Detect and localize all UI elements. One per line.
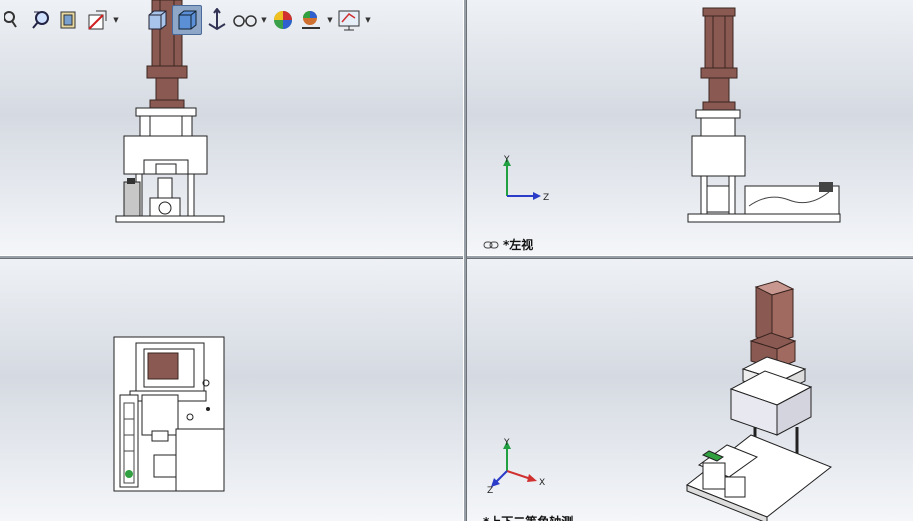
separator — [122, 6, 142, 34]
view-settings-dropdown-icon[interactable]: ▼ — [364, 6, 372, 34]
appearance-dropdown-icon[interactable]: ▼ — [260, 6, 268, 34]
coordinate-triad-iso: Y X Z — [487, 438, 545, 495]
scenes-icon[interactable] — [298, 6, 324, 34]
heads-up-view-toolbar: ▼ ▼ ▼ ▼ — [0, 4, 372, 36]
section-view-dropdown-icon[interactable]: ▼ — [112, 6, 120, 34]
display-style-icon[interactable] — [172, 5, 202, 35]
isometric-view-label-text: *上下二等角轴测 — [483, 513, 573, 521]
horizontal-viewport-splitter[interactable] — [0, 255, 913, 259]
hide-show-icon[interactable] — [204, 6, 230, 34]
zoom-icon[interactable] — [0, 6, 26, 34]
apply-scene-icon[interactable] — [270, 6, 296, 34]
isometric-view-viewport[interactable]: Y X Z *上下二等角轴测 — [467, 259, 913, 521]
coordinate-triad: Y Z — [503, 155, 549, 203]
link-icon — [483, 241, 499, 248]
zoom-area-icon[interactable] — [28, 6, 54, 34]
triad-iso-z-label: Z — [487, 486, 493, 495]
triad-z-label: Z — [543, 193, 549, 203]
view-orientation-icon[interactable] — [144, 6, 170, 34]
front-view-viewport[interactable]: ▼ ▼ ▼ ▼ — [0, 0, 463, 255]
left-view-model[interactable] — [467, 0, 913, 255]
top-view-viewport[interactable] — [0, 259, 463, 521]
left-view-label-text: *左视 — [503, 238, 534, 252]
edit-appearance-icon[interactable] — [232, 6, 258, 34]
section-view-icon[interactable] — [84, 6, 110, 34]
scenes-dropdown-icon[interactable]: ▼ — [326, 6, 334, 34]
left-view-label: *左视 — [483, 236, 533, 253]
vertical-viewport-splitter[interactable] — [463, 0, 467, 521]
triad-iso-y-label: Y — [503, 438, 510, 448]
isometric-view-label: *上下二等角轴测 — [483, 513, 573, 521]
previous-view-icon[interactable] — [56, 6, 82, 34]
triad-y-label: Y — [503, 155, 510, 165]
triad-iso-x-label: X — [539, 478, 545, 488]
left-view-viewport[interactable]: Y Z *左视 — [467, 0, 913, 255]
view-settings-icon[interactable] — [336, 6, 362, 34]
top-view-model[interactable] — [0, 259, 463, 521]
front-view-model[interactable] — [0, 0, 463, 255]
